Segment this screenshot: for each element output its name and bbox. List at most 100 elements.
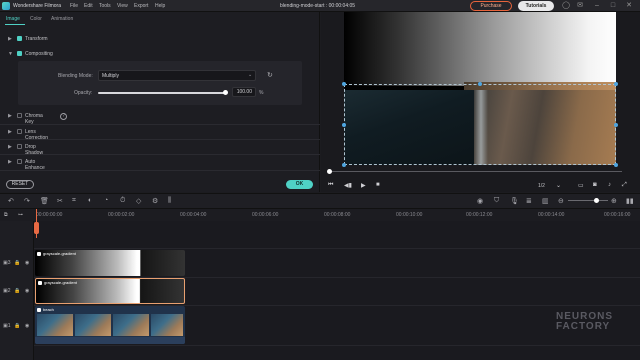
lock-icon[interactable]: 🔒 <box>14 288 20 294</box>
chevron-down-icon[interactable]: ⌄ <box>248 72 252 78</box>
chroma-key-checkbox[interactable] <box>17 113 22 118</box>
duration-icon[interactable]: ⏱ <box>120 197 125 205</box>
clip-label: beach <box>37 307 54 312</box>
section-label: Compositing <box>25 51 53 57</box>
eye-icon[interactable]: ◉ <box>25 323 29 329</box>
document-title: blending-mode-start : 00:00:04:05 <box>280 3 356 9</box>
reset-button[interactable]: RESET <box>6 180 34 189</box>
fullscreen-icon[interactable]: ⤢ <box>622 182 627 189</box>
menu-help[interactable]: Help <box>155 3 165 9</box>
resize-handle[interactable] <box>614 163 618 167</box>
color-icon[interactable]: ◐ <box>88 197 92 204</box>
expand-arrow-icon[interactable]: ▶ <box>8 36 12 42</box>
account-icon[interactable]: ◯ <box>562 2 570 10</box>
maximize-icon[interactable]: □ <box>609 2 617 10</box>
monitor-icon[interactable]: ▭ <box>578 182 584 189</box>
resize-handle[interactable] <box>342 82 346 86</box>
purchase-button[interactable]: Purchase <box>470 1 512 11</box>
expand-arrow-icon[interactable]: ▶ <box>8 144 12 150</box>
step-back-icon[interactable]: ◀▮ <box>344 182 352 189</box>
opacity-slider-handle[interactable] <box>223 90 228 95</box>
resize-handle[interactable] <box>342 123 346 127</box>
tutorials-button[interactable]: Tutorials <box>518 1 554 11</box>
render-icon[interactable]: ◉ <box>477 197 483 205</box>
tab-image[interactable]: Image <box>6 16 20 22</box>
redo-icon[interactable]: ↷ <box>24 197 30 205</box>
lock-icon[interactable]: 🔒 <box>14 260 20 266</box>
stop-icon[interactable]: ■ <box>376 182 380 188</box>
opacity-input[interactable]: 100.00 <box>232 87 256 97</box>
timeline-settings-icon[interactable]: ▮▮ <box>626 197 634 205</box>
clip-beach-track1[interactable]: beach <box>35 306 185 344</box>
expand-arrow-icon[interactable]: ▶ <box>8 113 12 119</box>
track-type-icon: ▣1 <box>3 323 11 329</box>
auto-enhance-checkbox[interactable] <box>17 159 22 164</box>
snapshot-icon[interactable]: ◙ <box>593 182 597 188</box>
resize-handle[interactable] <box>614 82 618 86</box>
zoom-in-icon[interactable]: ⊕ <box>611 197 617 205</box>
timecode: 00:00:12:00 <box>466 212 493 218</box>
blend-mode-select[interactable] <box>98 70 256 81</box>
lock-icon[interactable]: 🔒 <box>14 323 20 329</box>
tab-color[interactable]: Color <box>30 16 42 22</box>
marker-icon[interactable]: ⛉ <box>494 197 499 205</box>
add-track-icon[interactable]: ⧉ <box>4 212 8 218</box>
scrubber-handle[interactable] <box>327 169 332 174</box>
tab-animation[interactable]: Animation <box>51 16 73 22</box>
chevron-down-icon[interactable]: ⌄ <box>556 182 561 189</box>
play-icon[interactable]: ▶ <box>361 182 366 189</box>
voiceover-icon[interactable]: ≣ <box>526 197 532 205</box>
compositing-checkbox[interactable] <box>17 51 22 56</box>
help-icon[interactable]: ? <box>60 113 67 120</box>
menu-export[interactable]: Export <box>134 3 148 9</box>
speed-icon[interactable]: ◔ <box>104 197 108 204</box>
audio-mixer-icon[interactable]: ⫼ <box>168 197 171 205</box>
previous-frame-icon[interactable]: ⏮ <box>328 182 333 189</box>
notification-icon[interactable]: ✉ <box>576 2 584 10</box>
cut-icon[interactable]: ✂ <box>57 197 63 205</box>
minimize-icon[interactable]: – <box>593 2 601 10</box>
menu-tools[interactable]: Tools <box>99 3 111 9</box>
eye-icon[interactable]: ◉ <box>25 288 29 294</box>
clip-grayscale-gradient-track2[interactable]: grayscale-gradient <box>35 278 185 304</box>
selection-box[interactable] <box>344 84 616 165</box>
timecode: 00:00:02:00 <box>108 212 135 218</box>
title-bar: Wondershare Filmora File Edit Tools View… <box>0 0 640 12</box>
volume-icon[interactable]: ♪ <box>608 182 611 188</box>
delete-icon[interactable]: 🗑 <box>40 197 49 205</box>
menu-view[interactable]: View <box>117 3 128 9</box>
zoom-slider[interactable] <box>568 200 608 201</box>
close-icon[interactable]: ✕ <box>625 2 633 10</box>
ok-button[interactable]: OK <box>286 180 313 189</box>
rotate-handle[interactable] <box>478 82 482 86</box>
crop-icon[interactable]: ⌗ <box>72 197 76 205</box>
lens-correction-checkbox[interactable] <box>17 129 22 134</box>
clip-grayscale-gradient-track3[interactable]: grayscale-gradient <box>35 250 185 276</box>
transform-checkbox[interactable] <box>17 36 22 41</box>
track-type-icon: ▣2 <box>3 288 11 294</box>
opacity-slider[interactable] <box>98 92 226 94</box>
preview-scrubber[interactable] <box>330 171 622 172</box>
playhead-handle[interactable] <box>34 222 39 234</box>
expand-arrow-icon[interactable]: ▶ <box>8 129 12 135</box>
reset-icon[interactable]: ↻ <box>267 71 273 79</box>
undo-icon[interactable]: ↶ <box>8 197 14 205</box>
menu-edit[interactable]: Edit <box>84 3 93 9</box>
snap-icon[interactable]: ▥ <box>542 197 549 205</box>
zoom-out-icon[interactable]: ⊖ <box>558 197 564 205</box>
eye-icon[interactable]: ◉ <box>25 260 29 266</box>
link-icon[interactable]: ⊶ <box>18 212 23 218</box>
expand-arrow-icon[interactable]: ▶ <box>8 159 12 165</box>
zoom-slider-handle[interactable] <box>594 198 599 203</box>
preview-quality[interactable]: 1/2 <box>538 183 545 189</box>
keyframe-icon[interactable]: ◇ <box>136 197 141 205</box>
drop-shadow-checkbox[interactable] <box>17 144 22 149</box>
resize-handle[interactable] <box>342 163 346 167</box>
menu-file[interactable]: File <box>70 3 78 9</box>
collapse-arrow-icon[interactable]: ▼ <box>8 51 13 57</box>
green-screen-icon[interactable]: ⚙ <box>152 197 158 205</box>
resize-handle[interactable] <box>614 123 618 127</box>
mic-icon[interactable]: 🎙 <box>510 197 519 205</box>
video-icon <box>37 307 41 312</box>
blend-mode-label: Blending Mode: <box>58 73 93 79</box>
